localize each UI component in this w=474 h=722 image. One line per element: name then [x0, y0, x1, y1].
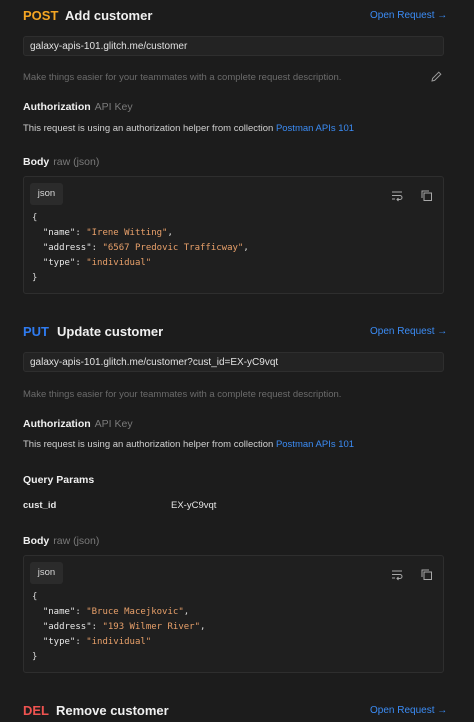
put-body-type: raw (json)	[53, 535, 100, 547]
put-body-heading: Body raw (json)	[23, 535, 99, 547]
post-method-label: POST	[23, 8, 59, 23]
post-auth-text: This request is using an authorization h…	[23, 123, 354, 134]
del-method-label: DEL	[23, 703, 49, 718]
post-open-request-link[interactable]: Open Request →	[370, 10, 447, 21]
code-key: "address"	[42, 243, 92, 253]
put-json-tab[interactable]: json	[30, 562, 63, 584]
query-params-heading: Query Params	[23, 474, 95, 486]
put-method-label: PUT	[23, 324, 49, 339]
put-auth-label: Authorization	[23, 418, 91, 430]
post-body-heading: Body raw (json)	[23, 156, 99, 168]
code-value: "Bruce Macejkovic"	[86, 607, 184, 617]
post-auth-collection-link[interactable]: Postman APIs 101	[276, 123, 354, 134]
code-brace: {	[32, 213, 38, 223]
post-auth-label: Authorization	[23, 101, 91, 113]
wrap-lines-icon[interactable]	[391, 189, 405, 203]
put-body-panel: json { "name": "Bruce Macejkovic", "addr…	[23, 555, 444, 673]
post-body-label: Body	[23, 156, 50, 168]
post-url-field[interactable]: galaxy-apis-101.glitch.me/customer	[23, 36, 444, 56]
post-url-text: galaxy-apis-101.glitch.me/customer	[30, 41, 188, 52]
put-body-label: Body	[23, 535, 50, 547]
code-key: "type"	[42, 258, 76, 268]
query-param-value: EX-yC9vqt	[171, 500, 217, 511]
put-auth-text-prefix: This request is using an authorization h…	[23, 439, 276, 450]
put-request-title: Update customer	[57, 324, 164, 339]
copy-icon[interactable]	[420, 189, 434, 203]
post-auth-text-prefix: This request is using an authorization h…	[23, 123, 276, 134]
post-request-title: Add customer	[65, 8, 153, 23]
code-brace: }	[32, 273, 38, 283]
put-url-text: galaxy-apis-101.glitch.me/customer?cust_…	[30, 357, 279, 368]
post-description: Make things easier for your teammates wi…	[23, 72, 342, 83]
edit-pencil-icon[interactable]	[430, 70, 443, 86]
code-brace: }	[32, 652, 38, 662]
code-value: "6567 Predovic Trafficway"	[102, 243, 244, 253]
del-open-request-link[interactable]: Open Request →	[370, 705, 447, 716]
copy-icon[interactable]	[420, 568, 434, 582]
code-brace: {	[32, 592, 38, 602]
post-json-tab[interactable]: json	[30, 183, 63, 205]
put-open-request-link[interactable]: Open Request →	[370, 326, 447, 337]
put-url-field[interactable]: galaxy-apis-101.glitch.me/customer?cust_…	[23, 352, 444, 372]
code-key: "address"	[42, 622, 92, 632]
put-auth-text: This request is using an authorization h…	[23, 439, 354, 450]
del-request-title: Remove customer	[56, 703, 169, 718]
code-value: "193 Wilmer River"	[102, 622, 201, 632]
put-auth-collection-link[interactable]: Postman APIs 101	[276, 439, 354, 450]
put-description: Make things easier for your teammates wi…	[23, 389, 342, 400]
post-body-type: raw (json)	[53, 156, 100, 168]
code-key: "name"	[42, 607, 76, 617]
post-body-panel: json { "name": "Irene Witting", "address…	[23, 176, 444, 294]
code-key: "type"	[42, 637, 76, 647]
wrap-lines-icon[interactable]	[391, 568, 405, 582]
post-json-code: { "name": "Irene Witting", "address": "6…	[32, 213, 249, 283]
put-json-code: { "name": "Bruce Macejkovic", "address":…	[32, 592, 206, 662]
post-auth-heading: Authorization API Key	[23, 101, 133, 113]
code-key: "name"	[42, 228, 76, 238]
code-value: "individual"	[86, 258, 152, 268]
query-param-key: cust_id	[23, 500, 57, 511]
put-auth-type: API Key	[94, 418, 133, 430]
code-value: "individual"	[86, 637, 152, 647]
post-auth-type: API Key	[94, 101, 133, 113]
put-auth-heading: Authorization API Key	[23, 418, 133, 430]
code-value: "Irene Witting"	[86, 228, 168, 238]
